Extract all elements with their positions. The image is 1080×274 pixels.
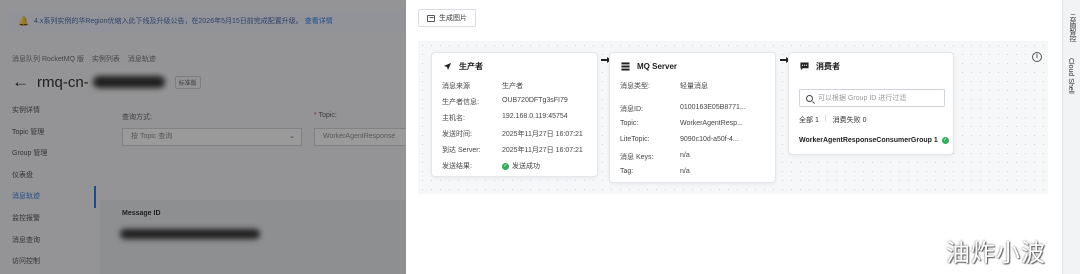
consumer-title: 消费者 [816,62,840,71]
chat-bubble-icon [799,62,809,72]
check-circle-icon: ✓ [502,162,509,170]
mq-server-card: MQ Server 消息类型: 轻量消息 消息ID: 0100163E05B8771… [609,52,776,183]
server-row: 消息类型: 轻量消息 [620,83,708,90]
mq-server-title: MQ Server [637,61,678,71]
server-row: 消息 Keys: n/a [620,152,690,161]
search-icon [806,94,813,102]
server-row: Tag: n/a [620,168,690,175]
check-circle-icon: ✓ [941,137,949,144]
producer-row: 生产者信息: OUB720DFTg3sFI79 [442,97,568,106]
producer-row: 到达 Server: 2025年11月27日 16:07:21 [442,147,583,154]
mq-server-card-header: MQ Server [620,61,677,71]
rail-item-cloud-shell[interactable]: Cloud Shell [1067,58,1074,94]
info-icon[interactable]: i [1032,52,1042,62]
group-filter-input[interactable]: 可以根据 Group ID 进行过滤 [799,89,945,107]
summary-failed[interactable]: 消费失败 0 [833,115,867,125]
server-row: Topic: WorkerAgentResp... [620,120,743,127]
consumer-group-item[interactable]: WorkerAgentResponseConsumerGroup 1 ✓ [799,137,952,144]
rail-item-top[interactable]: 云盾智控 [1067,14,1077,42]
consumer-status: ✓ [941,137,952,144]
producer-card-header: 生产者 [442,61,483,72]
send-arrow-icon [442,62,452,72]
consumer-card: 消费者 可以根据 Group ID 进行过滤 全部 1 | 消费失败 0 Wor… [788,52,954,155]
consumer-summary: 全部 1 | 消费失败 0 [799,115,867,125]
consumer-card-header: 消费者 [799,61,840,72]
trace-canvas: i 生产者 消息来源 生产者 生产者信息: OUB720DFTg3sFI79 主机名… [418,41,1048,194]
consumer-group-name: WorkerAgentResponseConsumerGroup 1 [799,137,938,144]
image-icon [427,14,435,22]
server-row: 消息ID: 0100163E05B8771... [620,104,746,113]
server-icon [620,61,630,71]
server-row: LiteTopic: 9090c10d-a50f-4... [620,136,739,143]
producer-card: 生产者 消息来源 生产者 生产者信息: OUB720DFTg3sFI79 主机名: 1… [431,52,598,177]
generate-image-label: 生成图片 [439,15,467,22]
right-rail: 云盾智控 Cloud Shell [1062,0,1080,274]
watermark: 油炸小波 [946,239,1046,267]
group-filter-placeholder: 可以根据 Group ID 进行过滤 [818,95,907,102]
producer-row: 发送时间: 2025年11月27日 16:07:21 [442,131,583,138]
modal-mask[interactable] [0,0,406,274]
summary-all[interactable]: 全部 1 [799,115,819,125]
producer-title: 生产者 [459,62,483,71]
producer-row: 主机名: 192.168.0.119:45754 [442,113,568,122]
generate-image-button[interactable]: 生成图片 [418,9,476,27]
send-status: ✓ 发送成功 [502,162,540,170]
producer-row: 消息来源 生产者 [442,83,523,90]
producer-row: 发送结果: ✓ 发送成功 [442,162,540,170]
